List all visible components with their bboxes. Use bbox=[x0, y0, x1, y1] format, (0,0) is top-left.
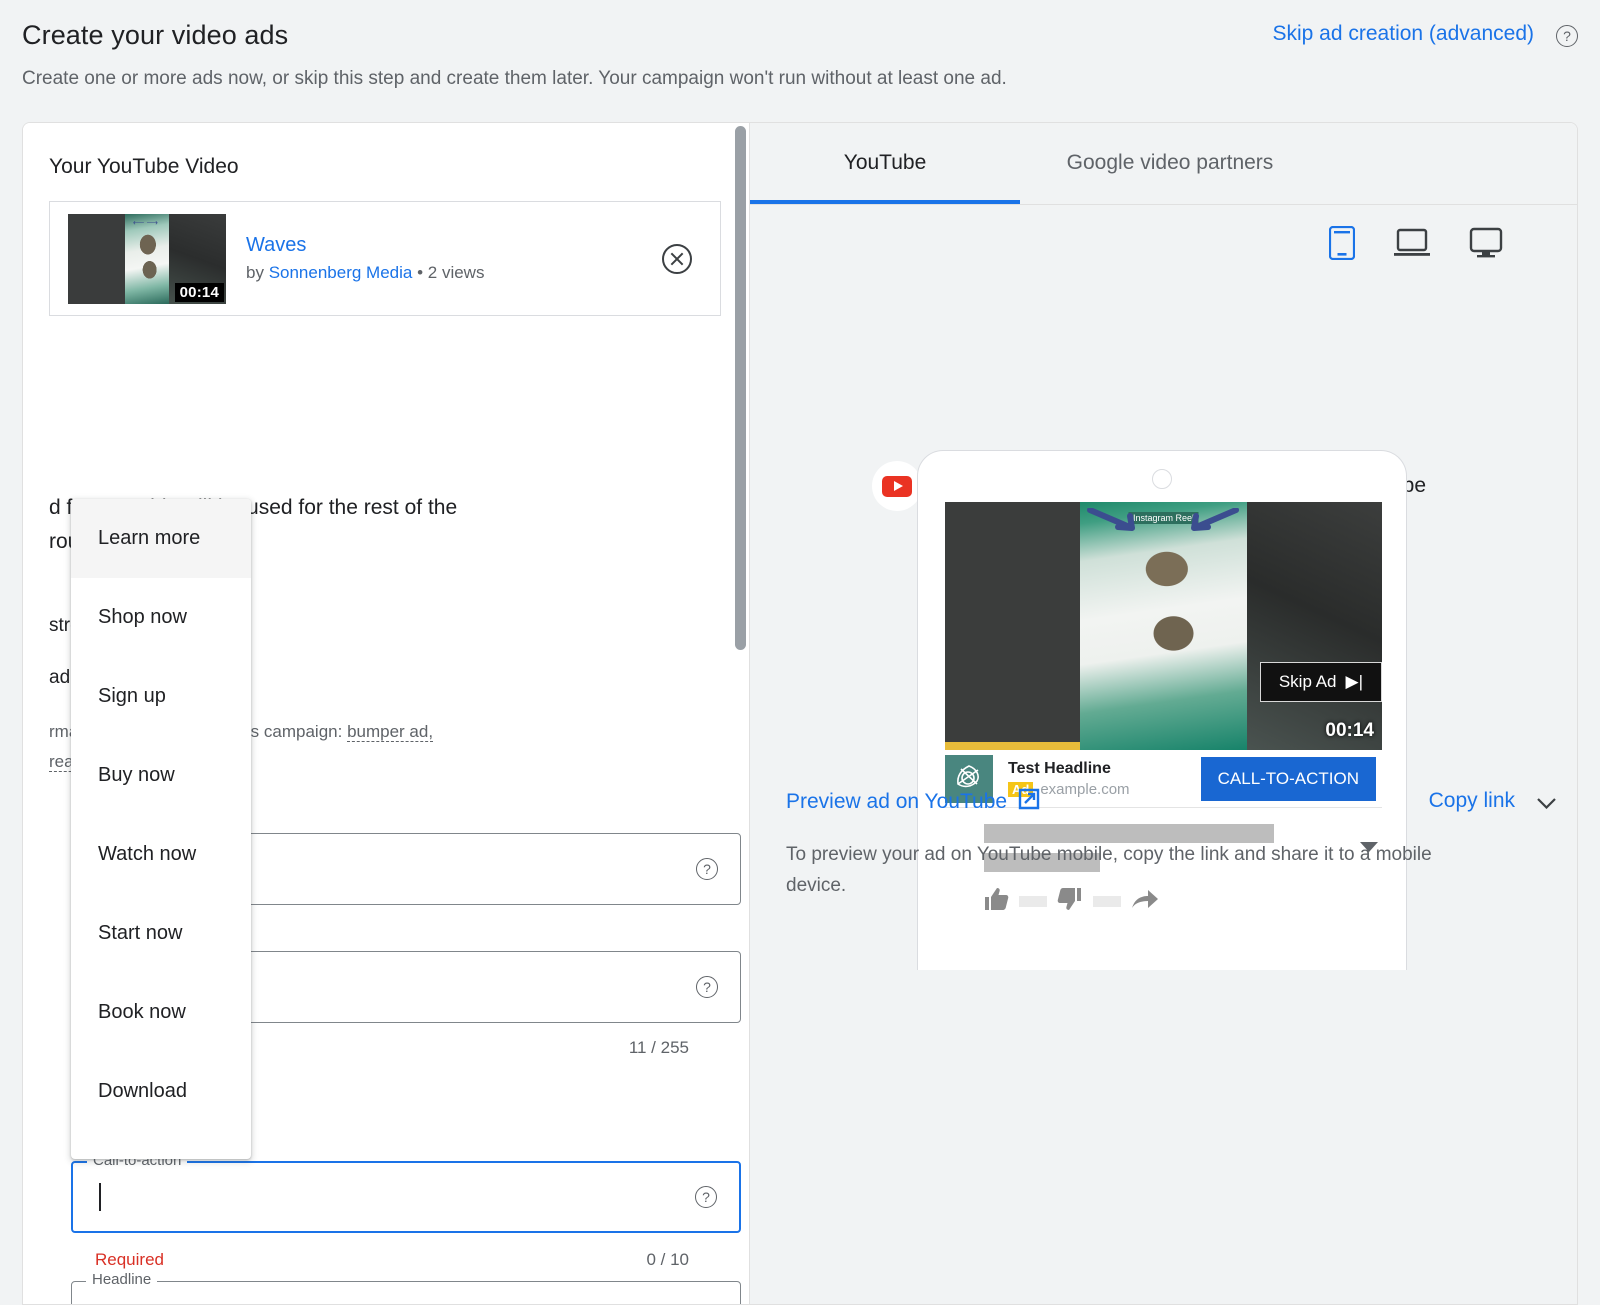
skip-ad-creation-link[interactable]: Skip ad creation (advanced) bbox=[1273, 22, 1535, 46]
headline-label: Headline bbox=[86, 1271, 157, 1288]
text-caret bbox=[99, 1183, 101, 1211]
dropdown-option-start-now[interactable]: Start now bbox=[71, 894, 251, 973]
mobile-device-icon[interactable] bbox=[1329, 226, 1355, 265]
call-to-action-button[interactable]: CALL-TO-ACTION bbox=[1201, 757, 1376, 801]
help-icon[interactable]: ? bbox=[1556, 25, 1578, 47]
chevron-down-icon[interactable] bbox=[1537, 796, 1556, 807]
ad-preview-pane: YouTube Google video partners bbox=[750, 123, 1577, 1304]
copy-link-button[interactable]: Copy link bbox=[1429, 789, 1515, 813]
video-left-letterbox bbox=[945, 502, 1080, 750]
close-circle-icon[interactable] bbox=[662, 244, 692, 274]
headline-field[interactable]: Headline Test Headline ? bbox=[71, 1281, 741, 1305]
phone-camera bbox=[1152, 469, 1172, 489]
description-character-counter: 11 / 255 bbox=[629, 1038, 689, 1058]
dropdown-option-download[interactable]: Download bbox=[71, 1052, 251, 1131]
create-video-ads-page: Create your video ads Create one or more… bbox=[0, 0, 1600, 1305]
preview-ad-on-youtube-link[interactable]: Preview ad on YouTube bbox=[786, 787, 1041, 817]
open-in-new-icon bbox=[1017, 787, 1041, 817]
ad-display-url: example.com bbox=[1040, 781, 1129, 798]
video-metadata: Waves by Sonnenberg Media • 2 views bbox=[246, 234, 662, 283]
page-subtitle: Create one or more ads now, or skip this… bbox=[22, 68, 1007, 90]
ad-form-pane: Your YouTube Video ⟵ ⟶ 00:14 Waves by So… bbox=[23, 123, 750, 1304]
call-to-action-value bbox=[99, 1183, 695, 1211]
dropdown-option-shop-now[interactable]: Shop now bbox=[71, 578, 251, 657]
skip-ad-button[interactable]: Skip Ad ▶| bbox=[1260, 662, 1382, 702]
dropdown-option-watch-now[interactable]: Watch now bbox=[71, 815, 251, 894]
dropdown-option-sign-up[interactable]: Sign up bbox=[71, 657, 251, 736]
skip-next-icon: ▶| bbox=[1346, 672, 1364, 692]
page-header: Create your video ads Create one or more… bbox=[0, 0, 1600, 120]
dropdown-option-buy-now[interactable]: Buy now bbox=[71, 736, 251, 815]
device-preview-toggle bbox=[1329, 226, 1503, 265]
video-progress-bar bbox=[945, 742, 1080, 750]
video-byline: by Sonnenberg Media • 2 views bbox=[246, 263, 662, 283]
video-title-link[interactable]: Waves bbox=[246, 234, 662, 257]
call-to-action-character-counter: 0 / 10 bbox=[646, 1250, 689, 1270]
video-view-count: 2 views bbox=[428, 263, 485, 282]
video-thumbnail: ⟵ ⟶ 00:14 bbox=[68, 214, 226, 304]
radio-video-ad-label: ad bbox=[49, 667, 70, 689]
page-title: Create your video ads bbox=[22, 20, 288, 51]
preview-instructions-text: To preview your ad on YouTube mobile, co… bbox=[786, 839, 1486, 901]
call-to-action-field[interactable]: Call-to-action ? bbox=[71, 1161, 741, 1233]
tab-google-video-partners[interactable]: Google video partners bbox=[1020, 122, 1320, 204]
dropdown-option-book-now[interactable]: Book now bbox=[71, 973, 251, 1052]
video-duration-badge: 00:14 bbox=[175, 283, 224, 302]
tab-youtube[interactable]: YouTube bbox=[750, 122, 1020, 204]
dropdown-option-learn-more[interactable]: Learn more bbox=[71, 499, 251, 578]
laptop-device-icon[interactable] bbox=[1393, 228, 1431, 263]
your-youtube-video-title: Your YouTube Video bbox=[49, 155, 239, 179]
copy-link-group: Copy link bbox=[1429, 789, 1556, 813]
skip-ad-label: Skip Ad bbox=[1279, 672, 1337, 692]
preview-ad-label: Preview ad on YouTube bbox=[786, 790, 1007, 814]
dropdown-scrollbar[interactable] bbox=[735, 126, 746, 650]
desktop-device-icon[interactable] bbox=[1469, 227, 1503, 264]
video-byline-separator: • bbox=[412, 263, 427, 282]
call-to-action-dropdown[interactable]: Learn more Shop now Sign up Buy now Watc… bbox=[71, 499, 251, 1159]
ad-banner-headline: Test Headline bbox=[1008, 760, 1111, 777]
video-artwork: Instagram Reel bbox=[1080, 502, 1246, 750]
help-icon[interactable]: ? bbox=[695, 1186, 717, 1208]
ad-builder-card: Your YouTube Video ⟵ ⟶ 00:14 Waves by So… bbox=[22, 122, 1578, 1305]
selected-video-row: ⟵ ⟶ 00:14 Waves by Sonnenberg Media • 2 … bbox=[49, 201, 721, 316]
ad-video-preview: Instagram Reel Skip Ad ▶| 00:14 bbox=[945, 502, 1382, 750]
help-icon[interactable]: ? bbox=[696, 858, 718, 880]
video-channel-link[interactable]: Sonnenberg Media bbox=[269, 263, 413, 282]
bumper-ad-link[interactable]: bumper ad, bbox=[347, 722, 433, 742]
arrows-overlay-icon bbox=[1080, 508, 1246, 534]
preview-tabs: YouTube Google video partners bbox=[750, 123, 1577, 205]
call-to-action-required-message: Required bbox=[95, 1250, 164, 1270]
help-icon[interactable]: ? bbox=[696, 976, 718, 998]
youtube-icon bbox=[872, 461, 922, 511]
ad-countdown-timer: 00:14 bbox=[1325, 720, 1374, 742]
thumbnail-left-letterbox bbox=[68, 214, 125, 304]
video-by-prefix: by bbox=[246, 263, 269, 282]
thumbnail-arrows-icon: ⟵ ⟶ bbox=[122, 218, 169, 238]
video-right-letterbox bbox=[1247, 502, 1382, 750]
